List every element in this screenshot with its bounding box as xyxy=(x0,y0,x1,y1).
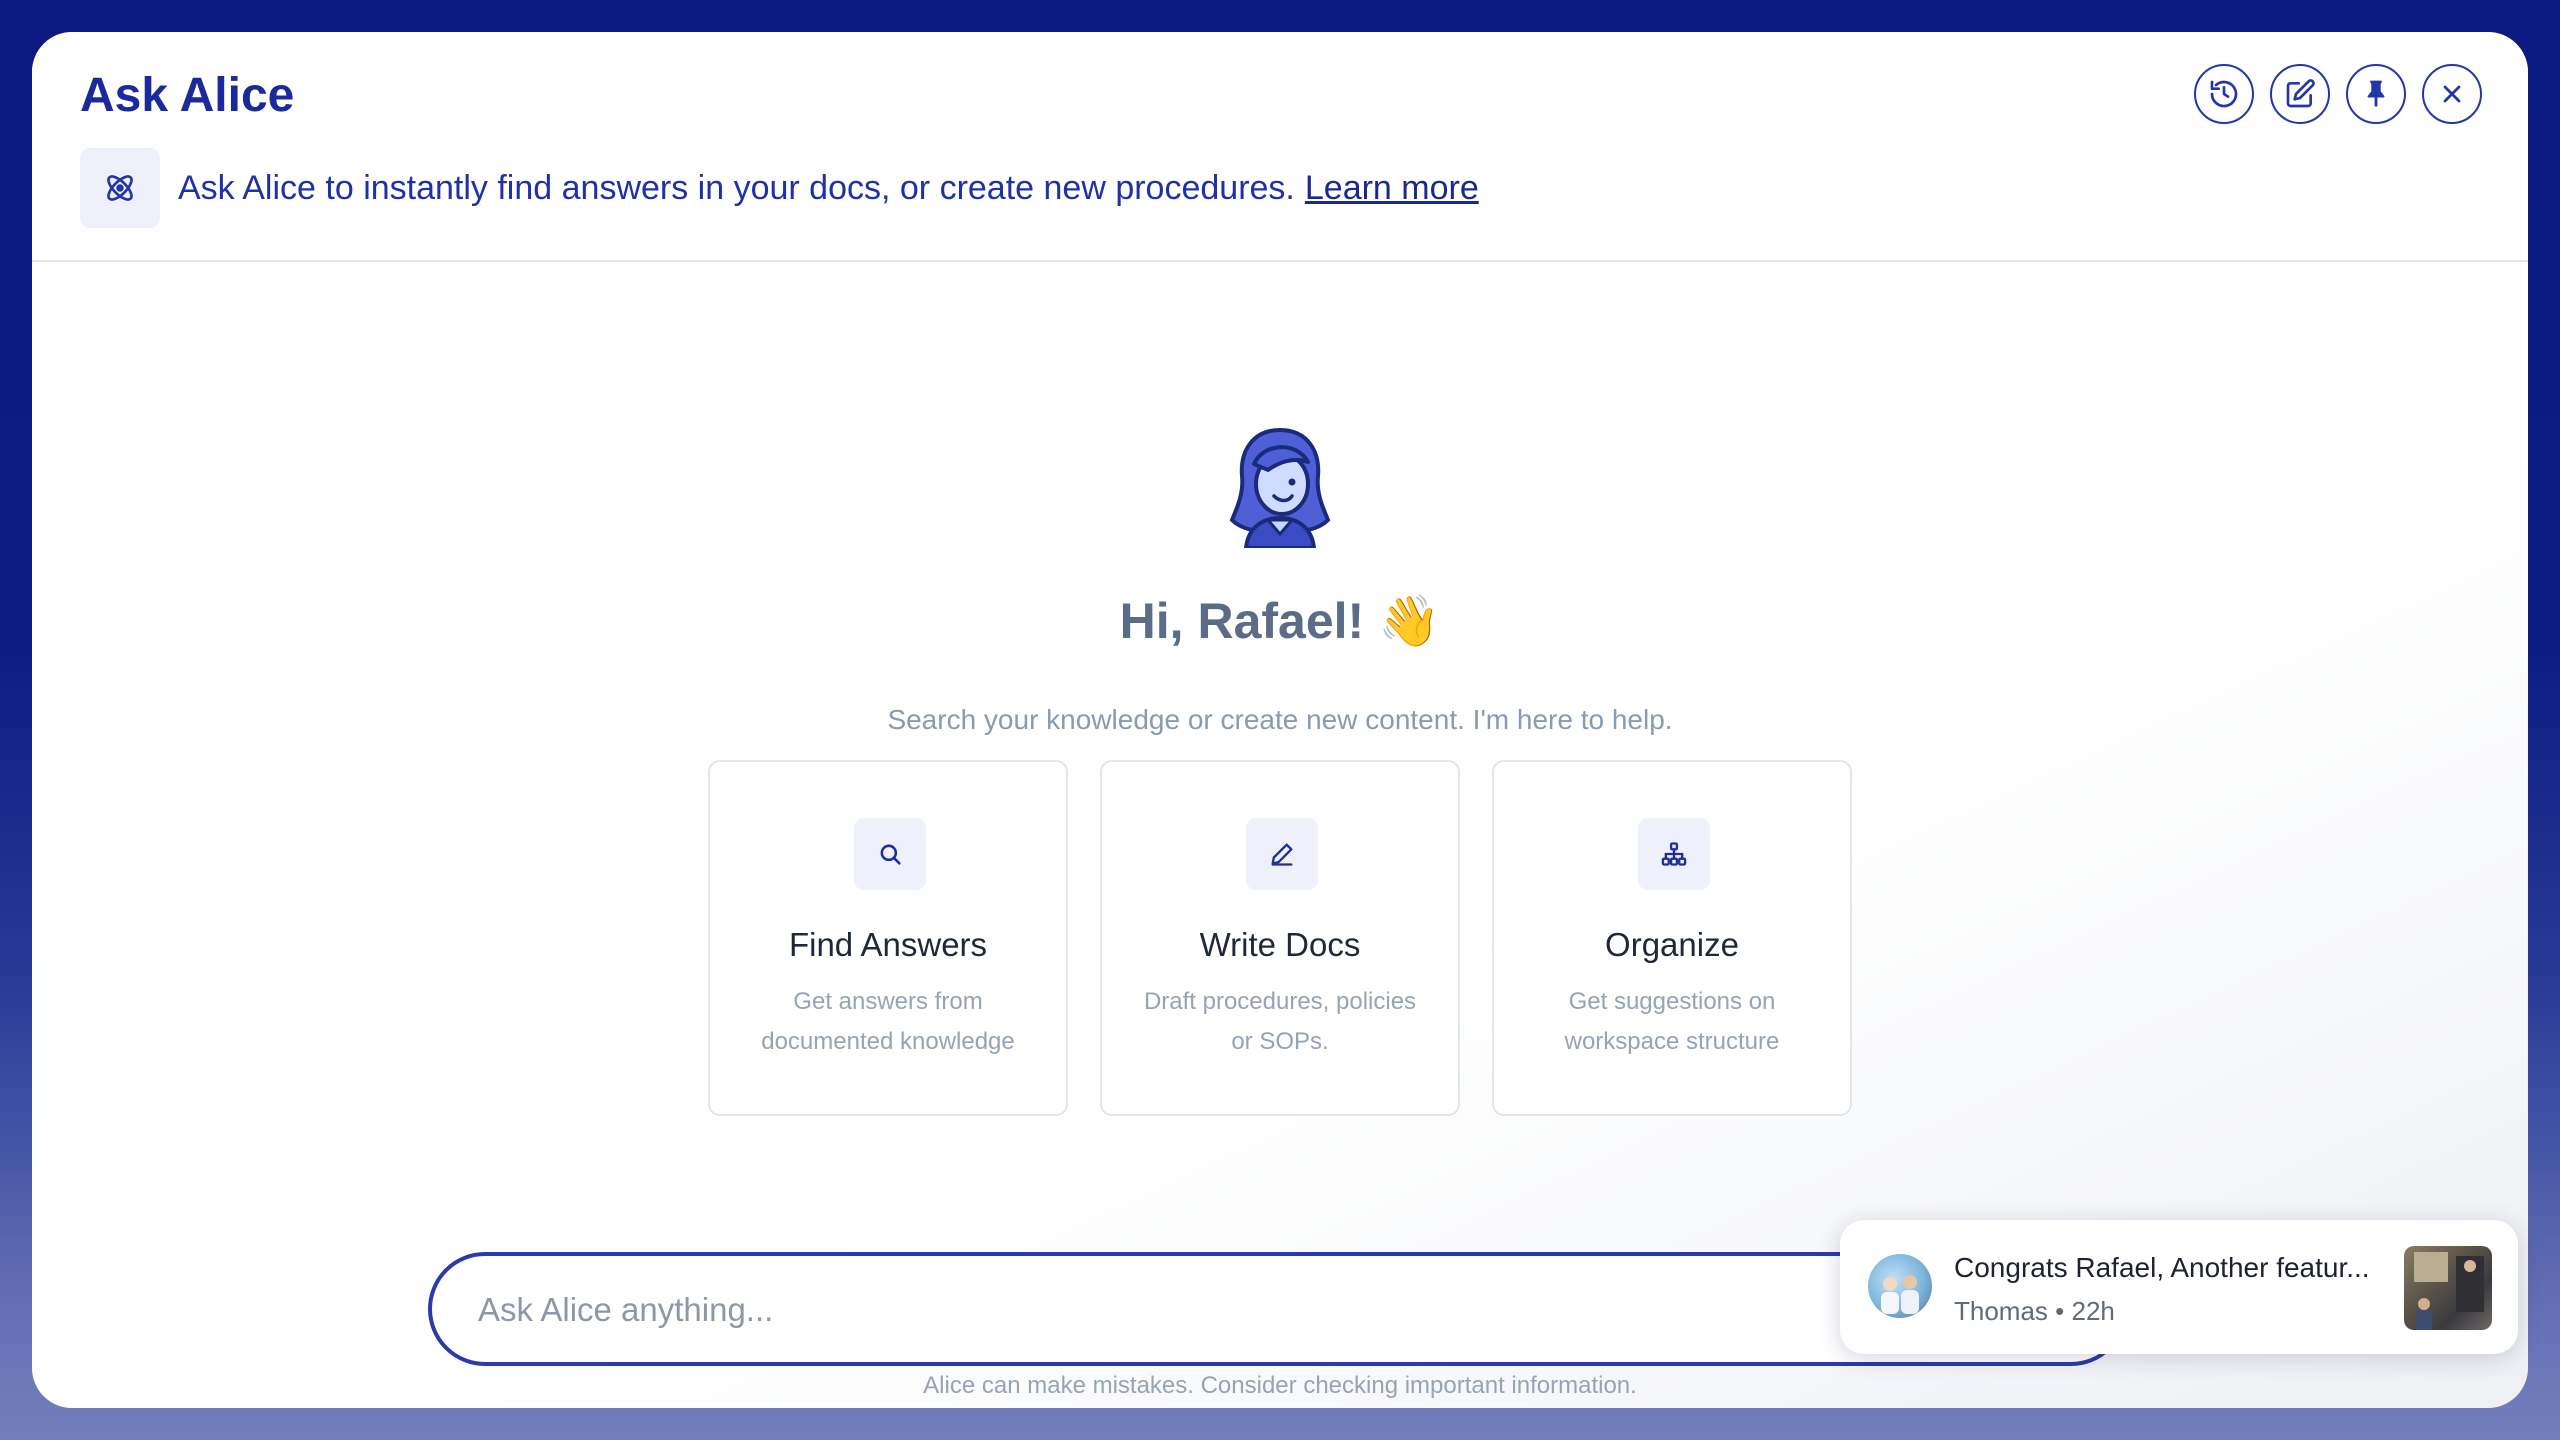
atom-icon xyxy=(107,175,133,201)
pin-icon xyxy=(2367,80,2385,107)
panel-title: Ask Alice xyxy=(80,69,295,122)
pencil-icon xyxy=(1271,843,1293,866)
search-icon xyxy=(880,844,901,865)
panel-header: Ask Alice Ask Alice to instantly find an… xyxy=(32,32,2528,262)
learn-more-link[interactable]: Learn more xyxy=(1305,169,1479,208)
toast-avatar xyxy=(1868,1254,1932,1318)
toast-meta: Thomas • 22h xyxy=(1954,1296,2115,1327)
card-title: Organize xyxy=(1605,926,1739,963)
card-description: Get suggestions on workspace structure xyxy=(1564,988,1780,1055)
pin-button[interactable] xyxy=(2346,64,2406,124)
edit-icon xyxy=(2286,79,2315,108)
people-photo-icon xyxy=(1881,1275,1919,1314)
header-actions xyxy=(2194,64,2482,124)
photo-thumbnail-icon xyxy=(2414,1252,2484,1330)
toast-author: Thomas xyxy=(1954,1296,2048,1326)
chat-input[interactable] xyxy=(476,1256,1980,1364)
notification-toast[interactable]: Congrats Rafael, Another featur... Thoma… xyxy=(1840,1220,2518,1354)
ask-alice-panel: Ask Alice Ask Alice to instantly find an… xyxy=(32,32,2528,1408)
card-find-answers[interactable]: Find Answers Get answers from documented… xyxy=(708,760,1068,1116)
toast-thumbnail xyxy=(2404,1246,2492,1330)
disclaimer-text: Alice can make mistakes. Consider checki… xyxy=(923,1372,1637,1399)
toast-separator: • xyxy=(2055,1296,2065,1326)
card-organize[interactable]: Organize Get suggestions on workspace st… xyxy=(1492,760,1852,1116)
banner-text: Ask Alice to instantly find answers in y… xyxy=(178,168,1295,207)
toast-time: 22h xyxy=(2071,1296,2115,1326)
card-description: Draft procedures, policies or SOPs. xyxy=(1143,988,1417,1055)
card-write-docs[interactable]: Write Docs Draft procedures, policies or… xyxy=(1100,760,1460,1116)
quick-action-cards: Find Answers Get answers from documented… xyxy=(708,760,1852,1116)
close-button[interactable] xyxy=(2422,64,2482,124)
new-chat-button[interactable] xyxy=(2270,64,2330,124)
info-banner: Ask Alice to instantly find answers in y… xyxy=(80,148,1479,228)
greeting-subtitle: Search your knowledge or create new cont… xyxy=(887,704,1673,735)
close-icon xyxy=(2443,85,2461,103)
hierarchy-icon xyxy=(1661,842,1687,866)
card-title: Write Docs xyxy=(1199,926,1361,963)
card-icon-box xyxy=(1638,818,1710,890)
card-icon-box xyxy=(1246,818,1318,890)
toast-title: Congrats Rafael, Another featur... xyxy=(1954,1252,2370,1283)
history-button[interactable] xyxy=(2194,64,2254,124)
greeting-heading: Hi, Rafael! 👋 xyxy=(1119,593,1441,649)
banner-icon-box xyxy=(80,148,160,228)
alice-avatar xyxy=(1229,427,1331,548)
history-icon xyxy=(2210,80,2238,108)
card-description: Get answers from documented knowledge xyxy=(761,988,1015,1055)
card-icon-box xyxy=(854,818,926,890)
card-title: Find Answers xyxy=(788,926,988,963)
